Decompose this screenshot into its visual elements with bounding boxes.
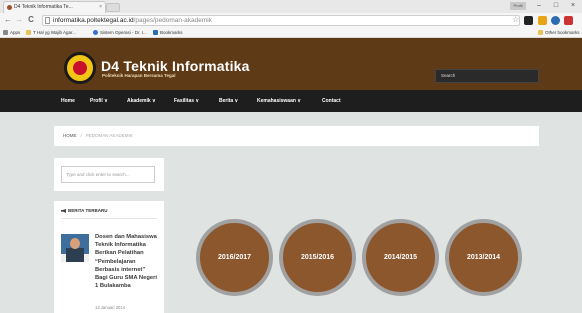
site-subtitle: Politeknik Harapan Bersama Tegal — [102, 73, 176, 78]
maximize-icon[interactable]: □ — [549, 1, 563, 11]
year-button-2015-2016[interactable]: 2015/2016 — [279, 219, 356, 296]
bookmark-item[interactable]: T Hal yg Wajib Agar... — [26, 28, 76, 38]
extension-icon[interactable] — [551, 16, 560, 25]
nav-item-berita[interactable]: Berita ∨ — [219, 90, 238, 112]
apps-icon — [3, 30, 8, 36]
breadcrumb-separator: / — [80, 133, 82, 138]
star-icon[interactable]: ☆ — [512, 14, 519, 26]
news-thumbnail[interactable] — [61, 234, 89, 262]
year-button-2016-2017[interactable]: 2016/2017 — [196, 219, 273, 296]
nav-item-fasilitas[interactable]: Fasilitas ∨ — [174, 90, 199, 112]
url-input[interactable]: informatika.poltektegal.ac.id/pages/pedo… — [42, 15, 520, 26]
bookmark-item[interactable]: Sistem Operasi - Dr. I... — [93, 28, 147, 38]
news-heading: BERITA TERBARU — [61, 208, 108, 213]
bookmarks-bar — [0, 28, 582, 38]
new-tab-button[interactable] — [106, 3, 120, 12]
other-bookmarks[interactable]: Other bookmarks — [538, 28, 580, 38]
site-title[interactable]: D4 Teknik Informatika — [101, 58, 250, 74]
nav-item-contact[interactable]: Contact — [322, 90, 341, 112]
folder-icon — [26, 30, 31, 36]
nav-item-kemahasiswaan[interactable]: Kemahasiswaan ∨ — [257, 90, 301, 112]
site-icon — [93, 30, 98, 36]
breadcrumb: HOME / PEDOMAN AKADEMIK — [54, 126, 539, 146]
extension-icon[interactable] — [564, 16, 573, 25]
breadcrumb-current: PEDOMAN AKADEMIK — [85, 133, 133, 138]
bookmark-apps[interactable]: Apps — [3, 28, 20, 38]
back-arrow-icon[interactable]: ← — [3, 14, 13, 26]
tab-close-icon[interactable]: × — [99, 2, 102, 13]
year-button-2014-2015[interactable]: 2014/2015 — [362, 219, 439, 296]
news-item-date: 12 Januari 2014 — [95, 305, 126, 310]
header-search-input[interactable]: Search — [435, 69, 539, 83]
news-item-title[interactable]: Dosen dan Mahasiswa Teknik Informatika B… — [95, 233, 159, 290]
url-host: informatika.poltektegal.ac.id — [53, 17, 134, 24]
forward-arrow-icon[interactable]: → — [14, 14, 24, 26]
page-icon — [45, 17, 50, 24]
sidebar-search-input[interactable]: Type and click enter to search... — [61, 166, 155, 183]
site-logo[interactable] — [64, 52, 96, 84]
favicon-icon — [7, 5, 12, 10]
browser-tab[interactable]: D4 Teknik Informatika Te... × — [3, 1, 106, 13]
star-icon — [153, 30, 158, 36]
profile-badge[interactable]: Profil — [510, 2, 526, 10]
nav-item-home[interactable]: Home — [61, 90, 75, 112]
url-path: /pages/pedoman-akademik — [133, 17, 212, 24]
nav-item-akademik[interactable]: Akademik ∨ — [127, 90, 156, 112]
year-button-2013-2014[interactable]: 2013/2014 — [445, 219, 522, 296]
divider — [61, 218, 157, 219]
extension-icon[interactable] — [524, 16, 533, 25]
nav-item-profil[interactable]: Profil ∨ — [90, 90, 108, 112]
reload-icon[interactable]: C — [26, 14, 36, 26]
extension-icon[interactable] — [538, 16, 547, 25]
breadcrumb-home[interactable]: HOME — [63, 133, 77, 138]
bookmark-item[interactable]: Bookmarks — [153, 28, 183, 38]
tab-title: D4 Teknik Informatika Te... — [14, 4, 73, 10]
megaphone-icon — [61, 208, 66, 213]
close-window-icon[interactable]: × — [566, 1, 580, 11]
minimize-icon[interactable]: – — [532, 1, 546, 11]
folder-icon — [538, 30, 543, 36]
